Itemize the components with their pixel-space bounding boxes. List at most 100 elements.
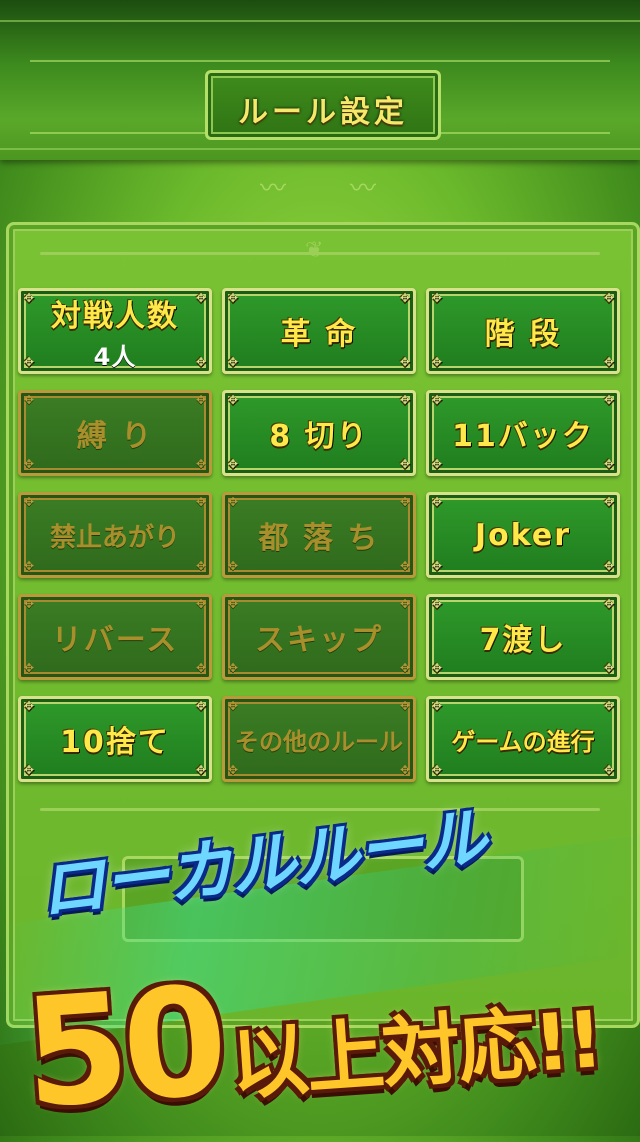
corner-ornament-icon: ✥ xyxy=(432,661,445,675)
rule-button-players[interactable]: ✥ ✥ ✥ ✥ 対戦人数 4人 xyxy=(18,288,212,374)
page-title: ルール設定 xyxy=(238,95,408,130)
rule-button-joker[interactable]: ✥ ✥ ✥ ✥ Joker xyxy=(426,492,620,578)
corner-ornament-icon: ✥ xyxy=(196,291,209,305)
rule-button-seven-pass[interactable]: ✥ ✥ ✥ ✥ 7渡し xyxy=(426,594,620,680)
rule-button-skip[interactable]: ✥ ✥ ✥ ✥ スキップ xyxy=(222,594,416,680)
rule-label: 禁止あがり xyxy=(49,522,180,553)
flourish-icon: 〰 xyxy=(260,174,287,204)
corner-ornament-icon: ✥ xyxy=(400,699,413,713)
corner-ornament-icon: ✥ xyxy=(24,661,37,675)
rule-label: 革 命 xyxy=(280,317,358,352)
corner-ornament-icon: ✥ xyxy=(196,393,209,407)
header-divider xyxy=(0,148,640,150)
corner-ornament-icon: ✥ xyxy=(228,393,241,407)
rule-label: 11バック xyxy=(452,419,594,454)
corner-ornament-icon: ✥ xyxy=(400,597,413,611)
corner-ornament-icon: ✥ xyxy=(400,763,413,777)
rule-button-binding[interactable]: ✥ ✥ ✥ ✥ 縛 り xyxy=(18,390,212,476)
corner-ornament-icon: ✥ xyxy=(432,291,445,305)
corner-ornament-icon: ✥ xyxy=(432,597,445,611)
rule-button-revolution[interactable]: ✥ ✥ ✥ ✥ 革 命 xyxy=(222,288,416,374)
corner-ornament-icon: ✥ xyxy=(228,495,241,509)
corner-ornament-icon: ✥ xyxy=(604,559,617,573)
corner-ornament-icon: ✥ xyxy=(24,291,37,305)
rule-label: 階 段 xyxy=(484,317,562,352)
promo-banner-count: 50 以上対応!! xyxy=(16,888,638,1142)
corner-ornament-icon: ✥ xyxy=(24,597,37,611)
corner-ornament-icon: ✥ xyxy=(604,495,617,509)
corner-ornament-icon: ✥ xyxy=(400,291,413,305)
corner-ornament-icon: ✥ xyxy=(196,661,209,675)
corner-ornament-icon: ✥ xyxy=(400,393,413,407)
header-divider xyxy=(0,20,640,22)
rule-button-capital-fall[interactable]: ✥ ✥ ✥ ✥ 都 落 ち xyxy=(222,492,416,578)
corner-ornament-icon: ✥ xyxy=(196,355,209,369)
corner-ornament-icon: ✥ xyxy=(24,393,37,407)
rule-button-other-rules[interactable]: ✥ ✥ ✥ ✥ その他のルール xyxy=(222,696,416,782)
rule-label: 縛 り xyxy=(76,419,154,454)
flourish-icon: 〰 xyxy=(350,174,377,204)
rule-label: ゲームの進行 xyxy=(451,727,595,756)
corner-ornament-icon: ✥ xyxy=(432,457,445,471)
corner-ornament-icon: ✥ xyxy=(24,457,37,471)
rule-label: 8 切り xyxy=(269,419,369,454)
promo-number: 50 xyxy=(18,954,228,1142)
corner-ornament-icon: ✥ xyxy=(604,393,617,407)
rule-label: 対戦人数 xyxy=(51,298,179,334)
corner-ornament-icon: ✥ xyxy=(196,559,209,573)
corner-ornament-icon: ✥ xyxy=(24,355,37,369)
corner-ornament-icon: ✥ xyxy=(400,495,413,509)
header-bar: ルール設定 xyxy=(0,0,640,160)
rule-button-ten-discard[interactable]: ✥ ✥ ✥ ✥ 10捨て xyxy=(18,696,212,782)
corner-ornament-icon: ✥ xyxy=(604,457,617,471)
rule-button-eight-cut[interactable]: ✥ ✥ ✥ ✥ 8 切り xyxy=(222,390,416,476)
rule-label: 都 落 ち xyxy=(258,521,380,556)
corner-ornament-icon: ✥ xyxy=(196,699,209,713)
corner-ornament-icon: ✥ xyxy=(432,699,445,713)
corner-ornament-icon: ✥ xyxy=(432,355,445,369)
corner-ornament-icon: ✥ xyxy=(400,559,413,573)
corner-ornament-icon: ✥ xyxy=(228,661,241,675)
corner-ornament-icon: ✥ xyxy=(228,559,241,573)
rule-label: 7渡し xyxy=(479,623,567,658)
corner-ornament-icon: ✥ xyxy=(228,355,241,369)
corner-ornament-icon: ✥ xyxy=(432,495,445,509)
rule-label: その他のルール xyxy=(235,727,403,756)
rule-button-eleven-back[interactable]: ✥ ✥ ✥ ✥ 11バック xyxy=(426,390,620,476)
corner-ornament-icon: ✥ xyxy=(228,291,241,305)
corner-ornament-icon: ✥ xyxy=(228,457,241,471)
rule-button-forbidden-finish[interactable]: ✥ ✥ ✥ ✥ 禁止あがり xyxy=(18,492,212,578)
corner-ornament-icon: ✥ xyxy=(432,763,445,777)
corner-ornament-icon: ✥ xyxy=(196,495,209,509)
corner-ornament-icon: ✥ xyxy=(432,559,445,573)
rule-value: 4人 xyxy=(93,342,137,371)
corner-ornament-icon: ✥ xyxy=(400,661,413,675)
promo-suffix: 以上対応!! xyxy=(227,995,605,1111)
corner-ornament-icon: ✥ xyxy=(604,661,617,675)
corner-ornament-icon: ✥ xyxy=(24,495,37,509)
corner-ornament-icon: ✥ xyxy=(604,355,617,369)
corner-ornament-icon: ✥ xyxy=(196,597,209,611)
corner-ornament-icon: ✥ xyxy=(196,763,209,777)
corner-ornament-icon: ✥ xyxy=(432,393,445,407)
corner-ornament-icon: ✥ xyxy=(604,699,617,713)
ornament-icon: ❦ xyxy=(305,238,324,263)
corner-ornament-icon: ✥ xyxy=(228,699,241,713)
corner-ornament-icon: ✥ xyxy=(24,763,37,777)
corner-ornament-icon: ✥ xyxy=(196,457,209,471)
corner-ornament-icon: ✥ xyxy=(228,763,241,777)
title-plate: ルール設定 xyxy=(205,70,441,140)
corner-ornament-icon: ✥ xyxy=(24,699,37,713)
corner-ornament-icon: ✥ xyxy=(400,355,413,369)
corner-ornament-icon: ✥ xyxy=(604,597,617,611)
rule-button-stairs[interactable]: ✥ ✥ ✥ ✥ 階 段 xyxy=(426,288,620,374)
rule-label: 10捨て xyxy=(60,725,170,760)
corner-ornament-icon: ✥ xyxy=(228,597,241,611)
corner-ornament-icon: ✥ xyxy=(24,559,37,573)
rule-button-reverse[interactable]: ✥ ✥ ✥ ✥ リバース xyxy=(18,594,212,680)
corner-ornament-icon: ✥ xyxy=(400,457,413,471)
rule-label: Joker xyxy=(474,517,572,553)
rule-label: リバース xyxy=(51,623,179,658)
rule-label: スキップ xyxy=(255,623,383,658)
corner-ornament-icon: ✥ xyxy=(604,291,617,305)
